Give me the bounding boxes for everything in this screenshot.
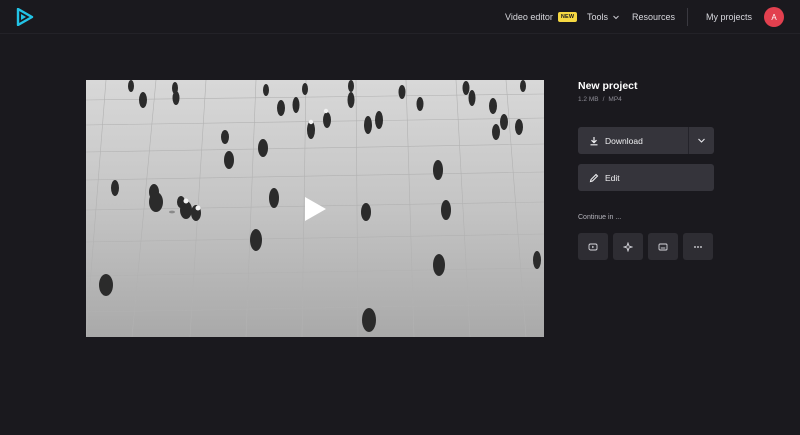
- chevron-down-icon: [613, 15, 619, 20]
- video-preview[interactable]: [86, 80, 544, 337]
- subtitles-icon: [658, 243, 668, 250]
- edit-button[interactable]: Edit: [578, 164, 714, 191]
- play-icon[interactable]: [302, 195, 328, 223]
- logo-icon[interactable]: [16, 8, 34, 26]
- file-format: MP4: [608, 96, 622, 103]
- continue-more-button[interactable]: [683, 233, 713, 260]
- project-meta: 1.2 MB / MP4: [578, 96, 622, 103]
- nav-video-editor[interactable]: Video editor NEW: [505, 0, 578, 34]
- edit-label: Edit: [605, 172, 620, 183]
- file-size: 1.2 MB: [578, 96, 599, 103]
- nav-my-projects[interactable]: My projects: [706, 0, 752, 34]
- nav-divider: [687, 8, 688, 26]
- download-label: Download: [605, 135, 643, 146]
- download-icon: [590, 136, 598, 145]
- download-button[interactable]: Download: [578, 127, 688, 154]
- more-icon: [694, 245, 702, 248]
- nav-resources[interactable]: Resources: [632, 0, 675, 34]
- continue-in-label: Continue in ...: [578, 214, 622, 221]
- download-button-group: Download: [578, 127, 714, 154]
- youtube-icon: [588, 243, 598, 250]
- download-options-toggle[interactable]: [689, 127, 714, 154]
- nav-resources-label: Resources: [632, 12, 676, 22]
- project-title: New project: [578, 80, 638, 92]
- meta-separator: /: [602, 96, 605, 103]
- chevron-down-icon: [698, 138, 705, 143]
- top-navigation-bar: Video editor NEW Tools Resources My proj…: [0, 0, 800, 34]
- nav-tools-dropdown[interactable]: Tools: [587, 0, 620, 34]
- continue-move-button[interactable]: [613, 233, 643, 260]
- pencil-icon: [589, 173, 599, 182]
- continue-subtitles-button[interactable]: [648, 233, 678, 260]
- nav-my-projects-label: My projects: [706, 12, 753, 22]
- continue-in-options: [578, 233, 718, 260]
- new-badge: NEW: [557, 12, 578, 22]
- compass-icon: [623, 241, 633, 252]
- avatar[interactable]: A: [764, 7, 784, 27]
- nav-video-editor-label: Video editor: [505, 12, 553, 22]
- nav-tools-label: Tools: [587, 12, 609, 22]
- continue-youtube-button[interactable]: [578, 233, 608, 260]
